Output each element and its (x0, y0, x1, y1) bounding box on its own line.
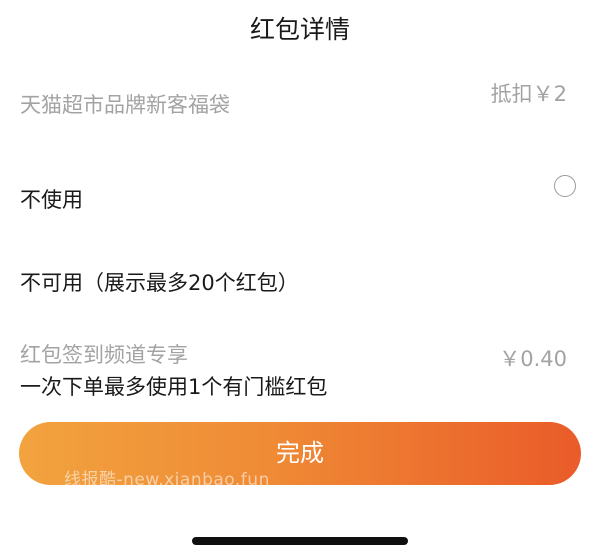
page-title: 红包详情 (249, 15, 350, 44)
coupon-amount: 抵扣￥2 (490, 82, 567, 106)
home-indicator[interactable] (192, 537, 408, 545)
no-use-label: 不使用 (20, 188, 83, 212)
no-use-radio[interactable] (554, 175, 576, 197)
watermark-text: 线报酷-new.xianbao.fun (64, 470, 270, 490)
coupon-amount: ￥0.40 (499, 347, 567, 371)
coupon-name: 天猫超市品牌新客福袋 (20, 93, 230, 117)
unavailable-section-header: 不可用（展示最多20个红包） (20, 271, 299, 295)
coupon-restriction-note: 一次下单最多使用1个有门槛红包 (20, 375, 328, 399)
coupon-name: 红包签到频道专享 (20, 343, 188, 367)
